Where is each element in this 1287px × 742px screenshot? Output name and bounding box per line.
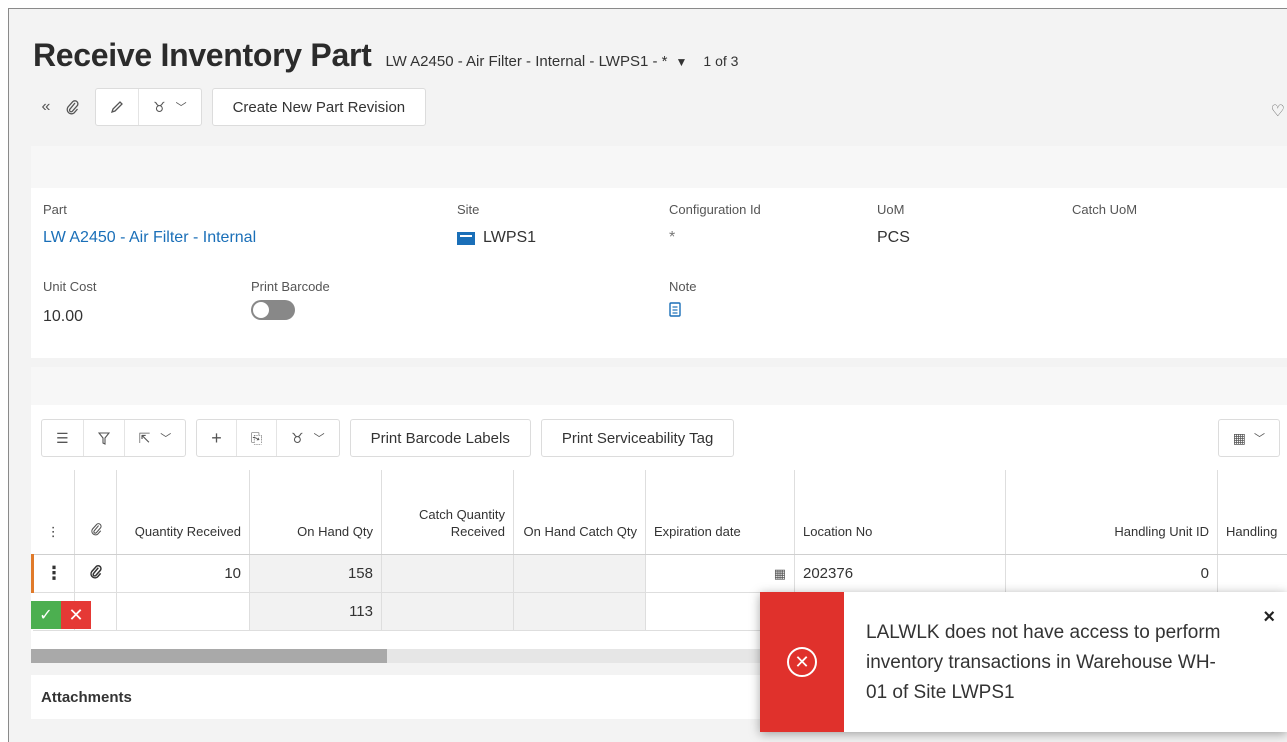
- catch-uom-field: Catch UoM: [1072, 202, 1138, 217]
- add-icon[interactable]: +: [197, 420, 237, 456]
- on-hand-qty-cell: 158: [249, 554, 382, 593]
- table-row[interactable]: ⋮ 10 158 ▦ 202376 0: [31, 554, 1287, 593]
- grid-ribbon-menu-button[interactable]: ♉ ﹀: [277, 420, 339, 456]
- toast-message: LALWLK does not have access to perform i…: [866, 622, 1221, 703]
- top-toolbar: « ♉ ﹀ Create New Part Revision: [33, 87, 427, 127]
- grid-toolbar: ☰ ⇱ ﹀ + ⎘ ♉ ﹀ Print Barcode Labels Print…: [41, 419, 744, 457]
- handling-unit-link[interactable]: 0: [1005, 554, 1218, 593]
- print-barcode-toggle[interactable]: [251, 300, 295, 320]
- attachments-heading: Attachments: [41, 688, 132, 706]
- chevron-down-icon: ﹀: [160, 433, 172, 445]
- ribbon-icon: ♉: [291, 429, 304, 446]
- list-icon[interactable]: ☰: [42, 420, 84, 456]
- col-handling[interactable]: Handling: [1217, 470, 1287, 555]
- edit-actions-group: ♉ ﹀: [95, 88, 202, 126]
- chevron-down-icon: ﹀: [175, 102, 187, 114]
- save-row-check-icon[interactable]: ✓: [31, 601, 61, 629]
- cancel-row-x-icon[interactable]: ✕: [61, 601, 91, 629]
- header-card: Part LW A2450 - Air Filter - Internal Si…: [31, 146, 1287, 358]
- collapse-icon[interactable]: «: [33, 92, 59, 122]
- col-quantity-received[interactable]: Quantity Received: [116, 470, 250, 555]
- row-attachment-icon[interactable]: [74, 554, 117, 593]
- ribbon-menu-button[interactable]: ♉ ﹀: [139, 89, 201, 125]
- col-catch-quantity-received[interactable]: Catch Quantity Received: [381, 470, 514, 555]
- col-location-no[interactable]: Location No: [794, 470, 1006, 555]
- handling-cell[interactable]: [1217, 554, 1287, 593]
- unit-cost-field: Unit Cost 10.00: [43, 279, 97, 325]
- error-toast: ✕ LALWLK does not have access to perform…: [760, 592, 1287, 732]
- part-field: Part LW A2450 - Air Filter - Internal: [43, 202, 257, 247]
- edit-button[interactable]: [96, 89, 139, 125]
- note-field: Note: [669, 279, 696, 322]
- catch-qty-cell: [381, 592, 514, 631]
- filter-icon[interactable]: [84, 420, 125, 456]
- caret-down-icon[interactable]: ▼: [676, 55, 688, 69]
- chevron-down-icon: ﹀: [313, 433, 325, 445]
- site-icon: [457, 231, 475, 245]
- print-serviceability-tag-button[interactable]: Print Serviceability Tag: [540, 419, 735, 457]
- col-expiration-date[interactable]: Expiration date: [645, 470, 795, 555]
- col-on-hand-catch-qty[interactable]: On Hand Catch Qty: [513, 470, 646, 555]
- row-edit-actions: ✓ ✕: [31, 601, 91, 629]
- table-settings-group: ▦ ﹀: [1217, 419, 1280, 457]
- note-icon[interactable]: [669, 302, 696, 322]
- grid-header-row: ⋮ Quantity Received On Hand Qty Catch Qu…: [32, 470, 1287, 555]
- print-barcode-field: Print Barcode: [251, 279, 330, 320]
- error-icon: ✕: [787, 647, 817, 677]
- close-icon[interactable]: ×: [1263, 606, 1275, 629]
- table-settings-button[interactable]: ▦ ﹀: [1219, 420, 1279, 456]
- col-on-hand-qty[interactable]: On Hand Qty: [249, 470, 382, 555]
- ribbon-icon: ♉: [153, 98, 166, 115]
- page-title: Receive Inventory Part: [33, 37, 372, 73]
- row-menu-icon[interactable]: ⋮: [31, 554, 75, 593]
- grid-actions-group: + ⎘ ♉ ﹀: [196, 419, 340, 457]
- scrollbar-thumb[interactable]: [31, 649, 387, 663]
- calendar-icon[interactable]: ▦: [774, 566, 786, 581]
- create-part-revision-button[interactable]: Create New Part Revision: [211, 88, 427, 126]
- catch-qty-cell: [381, 554, 514, 593]
- on-hand-qty-cell: 113: [249, 592, 382, 631]
- uom-field: UoM PCS: [877, 202, 910, 246]
- expiration-date-input[interactable]: ▦: [645, 554, 795, 593]
- pencil-icon: [110, 101, 123, 114]
- col-handling-unit-id[interactable]: Handling Unit ID: [1005, 470, 1218, 555]
- title-row: Receive Inventory Part LW A2450 - Air Fi…: [33, 37, 738, 74]
- chevron-down-icon: ﹀: [1254, 433, 1265, 445]
- configuration-field: Configuration Id *: [669, 202, 761, 246]
- paperclip-icon[interactable]: [59, 92, 85, 122]
- attachment-header-icon: [74, 470, 117, 555]
- quantity-received-input[interactable]: 10: [116, 554, 250, 593]
- export-menu-button[interactable]: ⇱ ﹀: [125, 420, 186, 456]
- part-link[interactable]: LW A2450 - Air Filter - Internal: [43, 229, 256, 247]
- favorite-heart-icon[interactable]: ♡: [1271, 101, 1285, 121]
- record-selector[interactable]: LW A2450 - Air Filter - Internal - LWPS1…: [385, 53, 667, 70]
- toast-side-bar: ✕: [760, 592, 844, 732]
- quantity-received-cell[interactable]: [116, 592, 250, 631]
- record-count: 1 of 3: [703, 53, 739, 69]
- on-hand-catch-cell: [513, 592, 646, 631]
- table-icon: ▦: [1232, 429, 1246, 446]
- location-no-input[interactable]: 202376: [794, 554, 1006, 593]
- grid-view-group: ☰ ⇱ ﹀: [41, 419, 187, 457]
- row-menu-header[interactable]: ⋮: [32, 470, 75, 555]
- print-barcode-labels-button[interactable]: Print Barcode Labels: [349, 419, 531, 457]
- on-hand-catch-cell: [513, 554, 646, 593]
- export-icon: ⇱: [138, 429, 151, 446]
- site-field: Site LWPS1: [457, 202, 537, 246]
- duplicate-icon[interactable]: ⎘: [237, 420, 278, 456]
